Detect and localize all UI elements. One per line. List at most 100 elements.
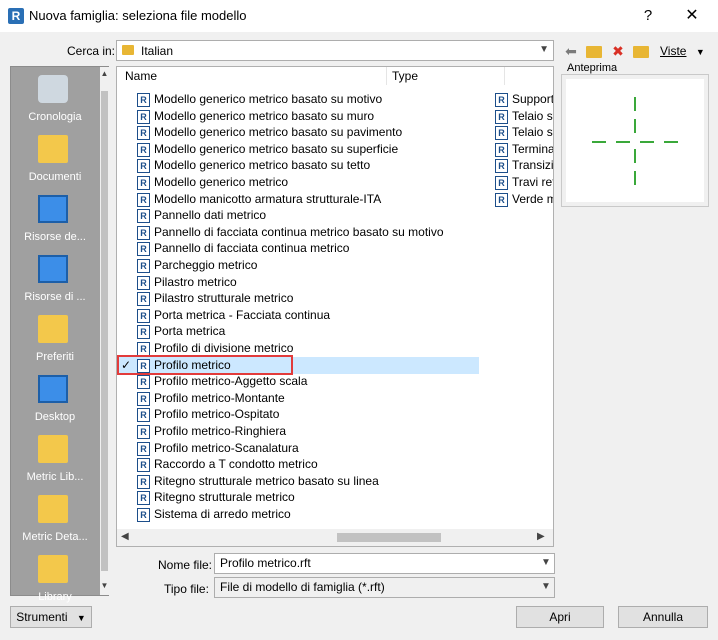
desktop-icon xyxy=(38,375,68,403)
file-list-item[interactable]: R Modello generico metrico basato su supe… xyxy=(117,141,477,158)
revit-file-icon: R xyxy=(137,325,150,340)
file-list-item[interactable]: R Ritegno strutturale metrico xyxy=(117,489,477,506)
file-name: Modello generico metrico basato su super… xyxy=(154,141,399,156)
delete-button[interactable]: ✖ xyxy=(608,42,628,60)
file-list-item[interactable]: R Modello manicotto armatura strutturale-… xyxy=(117,191,477,208)
file-name-input[interactable]: Profilo metrico.rft xyxy=(214,553,555,574)
scroll-right-icon[interactable]: ▶ xyxy=(537,531,545,542)
revit-file-icon: R xyxy=(137,408,150,423)
file-list-item[interactable]: R Pilastro metrico xyxy=(117,274,477,291)
file-list-item[interactable]: R Profilo metrico-Ospitato xyxy=(117,406,477,423)
file-list-item[interactable]: R Transizi xyxy=(495,157,553,174)
look-in-dropdown[interactable]: Italian ▼ xyxy=(116,40,554,61)
place-label: Cronologia xyxy=(28,111,82,123)
file-list-item[interactable]: R Profilo metrico-Ringhiera xyxy=(117,423,477,440)
revit-file-icon: R xyxy=(137,458,150,473)
file-list-item[interactable]: R Support xyxy=(495,91,553,108)
cancel-button[interactable]: Annulla xyxy=(618,606,708,628)
file-name: Termina xyxy=(512,141,554,156)
close-button[interactable]: ✕ xyxy=(678,4,706,28)
file-list-item[interactable]: R Modello generico metrico basato su moti… xyxy=(117,91,477,108)
place-desktop[interactable]: Desktop xyxy=(11,371,99,431)
file-list-item[interactable]: R Modello generico metrico basato su tett… xyxy=(117,157,477,174)
file-list-item[interactable]: R Pilastro strutturale metrico xyxy=(117,290,477,307)
preview-crosshair-mid-bottom xyxy=(634,149,636,163)
preview-crosshair-top xyxy=(634,97,636,111)
file-list-item[interactable]: R Ritegno strutturale metrico basato su l… xyxy=(117,473,477,490)
place-library[interactable]: Library xyxy=(11,551,99,611)
file-list-item[interactable]: R Pannello di facciata continua metrico b… xyxy=(117,224,477,241)
revit-file-icon: R xyxy=(137,192,150,207)
file-list-item[interactable]: R Modello generico metrico basato su pavi… xyxy=(117,124,477,141)
file-name: Profilo metrico-Scanalatura xyxy=(154,440,299,455)
scrollbar-thumb[interactable] xyxy=(337,533,441,542)
place-documents[interactable]: Documenti xyxy=(11,131,99,191)
tools-menu-button[interactable]: Strumenti ▼ xyxy=(10,606,92,628)
file-list-item[interactable]: R Raccordo a T condotto metrico xyxy=(117,456,477,473)
place-metric-detail[interactable]: Metric Deta... xyxy=(11,491,99,551)
views-menu-button[interactable]: Viste ▼ xyxy=(660,42,708,60)
place-label: Metric Lib... xyxy=(26,471,84,483)
file-list-item[interactable]: R Termina xyxy=(495,141,554,158)
revit-file-icon: R xyxy=(137,109,150,124)
file-list-item[interactable]: R Telaio st xyxy=(495,124,553,141)
file-name: Profilo metrico-Ospitato xyxy=(154,407,280,422)
file-type-dropdown[interactable]: File di modello di famiglia (*.rft) xyxy=(214,577,555,598)
file-list-item[interactable]: R Profilo metrico-Montante xyxy=(117,390,477,407)
place-metric-library[interactable]: Metric Lib... xyxy=(11,431,99,491)
file-list-item[interactable]: R Porta metrica xyxy=(117,323,477,340)
revit-file-icon: R xyxy=(495,176,508,190)
file-list-item[interactable]: R Profilo metrico-Scanalatura xyxy=(117,440,477,457)
column-header-name[interactable]: Name xyxy=(117,67,387,85)
file-list-item[interactable]: R Telaio st xyxy=(495,108,553,125)
help-button[interactable]: ? xyxy=(634,4,662,28)
chevron-down-icon[interactable]: ▼ xyxy=(541,557,551,568)
file-name: Parcheggio metrico xyxy=(154,258,258,272)
file-list-item[interactable]: R Porta metrica - Facciata continua xyxy=(117,307,477,324)
new-folder-icon xyxy=(633,46,649,58)
scrollbar-thumb[interactable] xyxy=(101,91,108,571)
open-button[interactable]: Apri xyxy=(516,606,604,628)
preview-crosshair-mid-top xyxy=(634,119,636,133)
revit-file-icon: R xyxy=(495,142,508,157)
new-folder-button[interactable] xyxy=(632,42,650,60)
revit-file-icon: R xyxy=(137,242,150,257)
column-header-type[interactable]: Type xyxy=(387,67,505,85)
preview-crosshair-left xyxy=(592,141,606,143)
chevron-down-icon: ▼ xyxy=(539,44,549,55)
scroll-left-icon[interactable]: ◀ xyxy=(121,531,129,542)
scroll-up-icon[interactable]: ▲ xyxy=(100,69,109,78)
chevron-down-icon: ▼ xyxy=(76,613,86,623)
place-network[interactable]: Risorse di ... xyxy=(11,251,99,311)
chevron-down-icon[interactable]: ▼ xyxy=(541,581,551,592)
computer-icon xyxy=(38,195,68,223)
revit-file-icon: R xyxy=(137,391,150,406)
back-arrow-icon: ⬅ xyxy=(565,43,577,59)
file-list-item[interactable]: R Parcheggio metrico xyxy=(117,257,477,274)
place-computer[interactable]: Risorse de... xyxy=(11,191,99,251)
preview-crosshair-mid-left xyxy=(616,141,630,143)
horizontal-scrollbar[interactable]: ◀ ▶ xyxy=(117,529,553,546)
preview-crosshair-bottom xyxy=(634,171,636,185)
file-list-item[interactable]: R Pannello di facciata continua metrico xyxy=(117,240,477,257)
scroll-down-icon[interactable]: ▼ xyxy=(100,581,109,590)
file-list-item[interactable]: R Pannello dati metrico xyxy=(117,207,477,224)
documents-icon xyxy=(38,135,68,163)
revit-file-icon: R xyxy=(137,126,150,141)
place-label: Risorse de... xyxy=(24,231,86,243)
back-button[interactable]: ⬅ xyxy=(561,42,581,60)
file-list-item[interactable]: R Sistema di arredo metrico xyxy=(117,506,477,523)
file-list-item[interactable]: R Modello generico metrico basato su muro xyxy=(117,108,477,125)
file-list-item[interactable]: R Profilo metrico-Aggetto scala xyxy=(117,373,477,390)
places-scrollbar[interactable]: ▲ ▼ xyxy=(100,67,109,595)
up-folder-button[interactable] xyxy=(585,42,603,60)
place-favorites[interactable]: Preferiti xyxy=(11,311,99,371)
revit-file-icon: R xyxy=(137,225,150,240)
file-list-item[interactable]: R Travi ret xyxy=(495,174,553,191)
place-history[interactable]: Cronologia xyxy=(11,71,99,131)
file-list-item[interactable]: R Verde m xyxy=(495,191,553,208)
revit-file-icon: R xyxy=(137,176,150,190)
file-type-label: Tipo file: xyxy=(164,582,209,596)
revit-file-icon: R xyxy=(137,425,150,439)
file-list-item[interactable]: R Modello generico metrico xyxy=(117,174,477,191)
